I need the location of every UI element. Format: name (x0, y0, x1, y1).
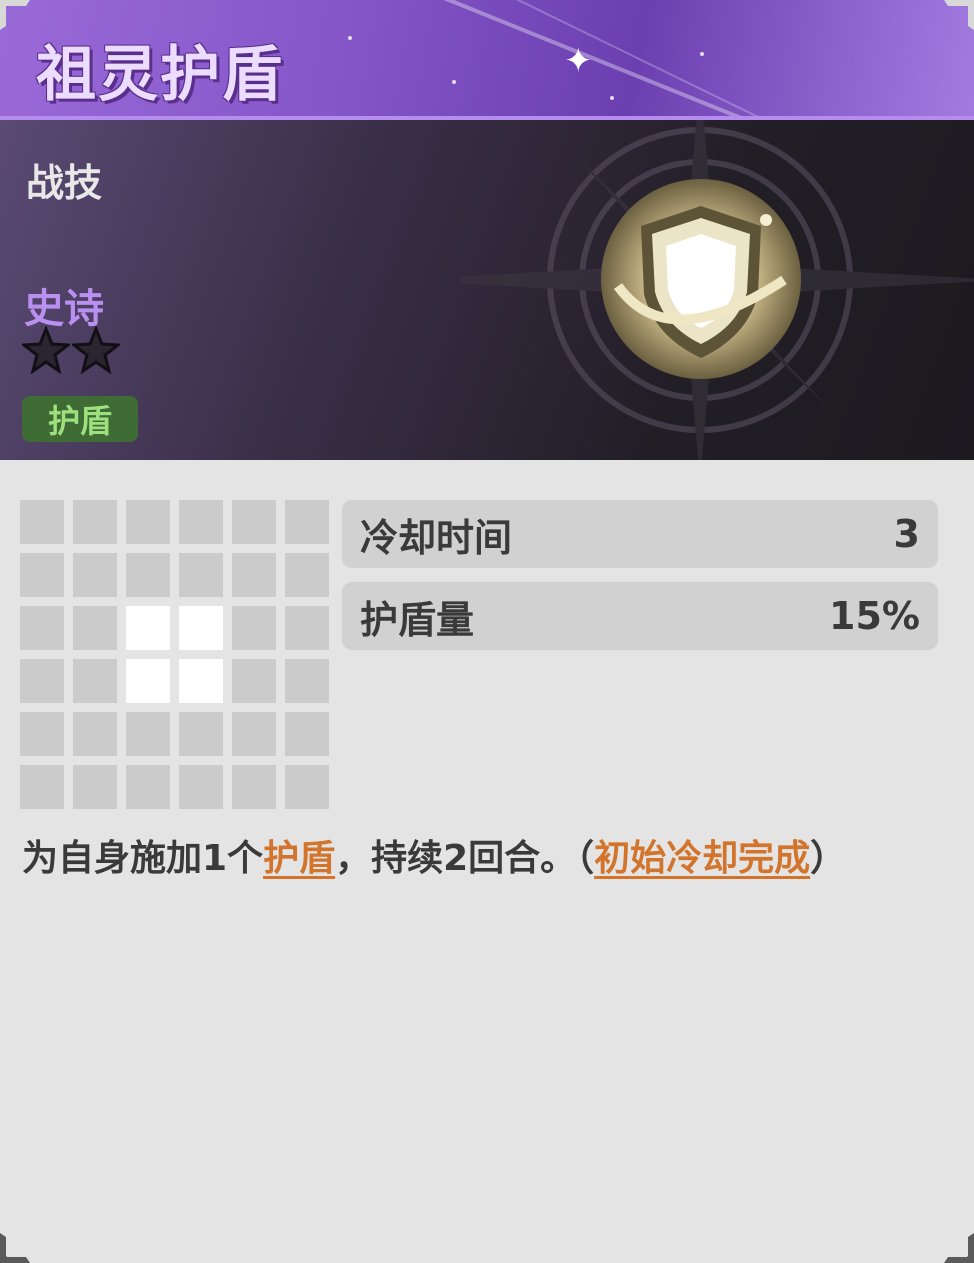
range-cell (20, 712, 64, 756)
description-text: ） (810, 838, 847, 879)
stat-shield-amount: 护盾量 15% (342, 582, 938, 650)
sparkle-dot (700, 52, 704, 56)
range-cell (20, 606, 64, 650)
stat-label: 护盾量 (360, 597, 475, 642)
range-cell (126, 553, 170, 597)
skill-name: 祖灵护盾 (36, 40, 284, 110)
range-cell (73, 765, 117, 809)
corner-ornament-icon (944, 0, 974, 30)
range-cell (20, 553, 64, 597)
skill-type: 战技 (26, 161, 103, 205)
skill-tag: 护盾 (22, 396, 138, 442)
stat-value: 3 (893, 512, 920, 556)
range-cell (126, 765, 170, 809)
skill-header: 战技 史诗 护盾 (0, 120, 974, 460)
corner-ornament-icon (944, 1233, 974, 1263)
range-cell (179, 500, 223, 544)
star-icon (72, 326, 120, 374)
range-cell-active (126, 659, 170, 703)
range-cell (73, 659, 117, 703)
range-cell (285, 500, 329, 544)
sparkle-icon: ✦ (564, 41, 593, 81)
description-text: 为自身施加1个 (22, 838, 264, 879)
stat-value: 15% (829, 594, 920, 638)
range-cell (73, 553, 117, 597)
range-cell (232, 765, 276, 809)
skill-description: 为自身施加1个护盾，持续2回合。（初始冷却完成） (22, 832, 922, 886)
corner-ornament-icon (0, 0, 30, 30)
corner-ornament-icon (0, 1233, 30, 1263)
range-cell-active (179, 606, 223, 650)
range-cell (126, 712, 170, 756)
title-bar: ✦ 祖灵护盾 (0, 0, 974, 120)
range-cell (285, 659, 329, 703)
sparkle-dot (610, 96, 614, 100)
range-cell (20, 500, 64, 544)
rarity-stars (22, 326, 120, 374)
range-cell (73, 606, 117, 650)
range-grid (20, 500, 329, 809)
range-cell (179, 765, 223, 809)
range-cell (232, 500, 276, 544)
range-cell (232, 606, 276, 650)
shield-icon (601, 179, 801, 379)
star-icon (22, 326, 70, 374)
keyword-link-shield[interactable]: 护盾 (263, 838, 335, 879)
skill-card: ✦ 祖灵护盾 战技 史诗 护盾 冷却时间 3 护盾量 15% 为自身施加1个护盾… (0, 0, 974, 1263)
range-cell (285, 553, 329, 597)
description-text: ，持续2回合。（ (335, 838, 595, 879)
range-cell (285, 765, 329, 809)
stat-cooldown: 冷却时间 3 (342, 500, 938, 568)
range-cell-active (179, 659, 223, 703)
range-cell (232, 712, 276, 756)
range-cell (179, 553, 223, 597)
keyword-link-initial-cooldown[interactable]: 初始冷却完成 (594, 838, 810, 879)
range-cell (232, 659, 276, 703)
sparkle-dot (348, 36, 352, 40)
range-cell (285, 712, 329, 756)
range-cell-active (126, 606, 170, 650)
range-cell (73, 500, 117, 544)
range-cell (20, 659, 64, 703)
range-cell (285, 606, 329, 650)
range-cell (73, 712, 117, 756)
stat-label: 冷却时间 (360, 515, 513, 560)
range-cell (232, 553, 276, 597)
sparkle-dot (452, 80, 456, 84)
range-cell (20, 765, 64, 809)
range-cell (126, 500, 170, 544)
range-cell (179, 712, 223, 756)
